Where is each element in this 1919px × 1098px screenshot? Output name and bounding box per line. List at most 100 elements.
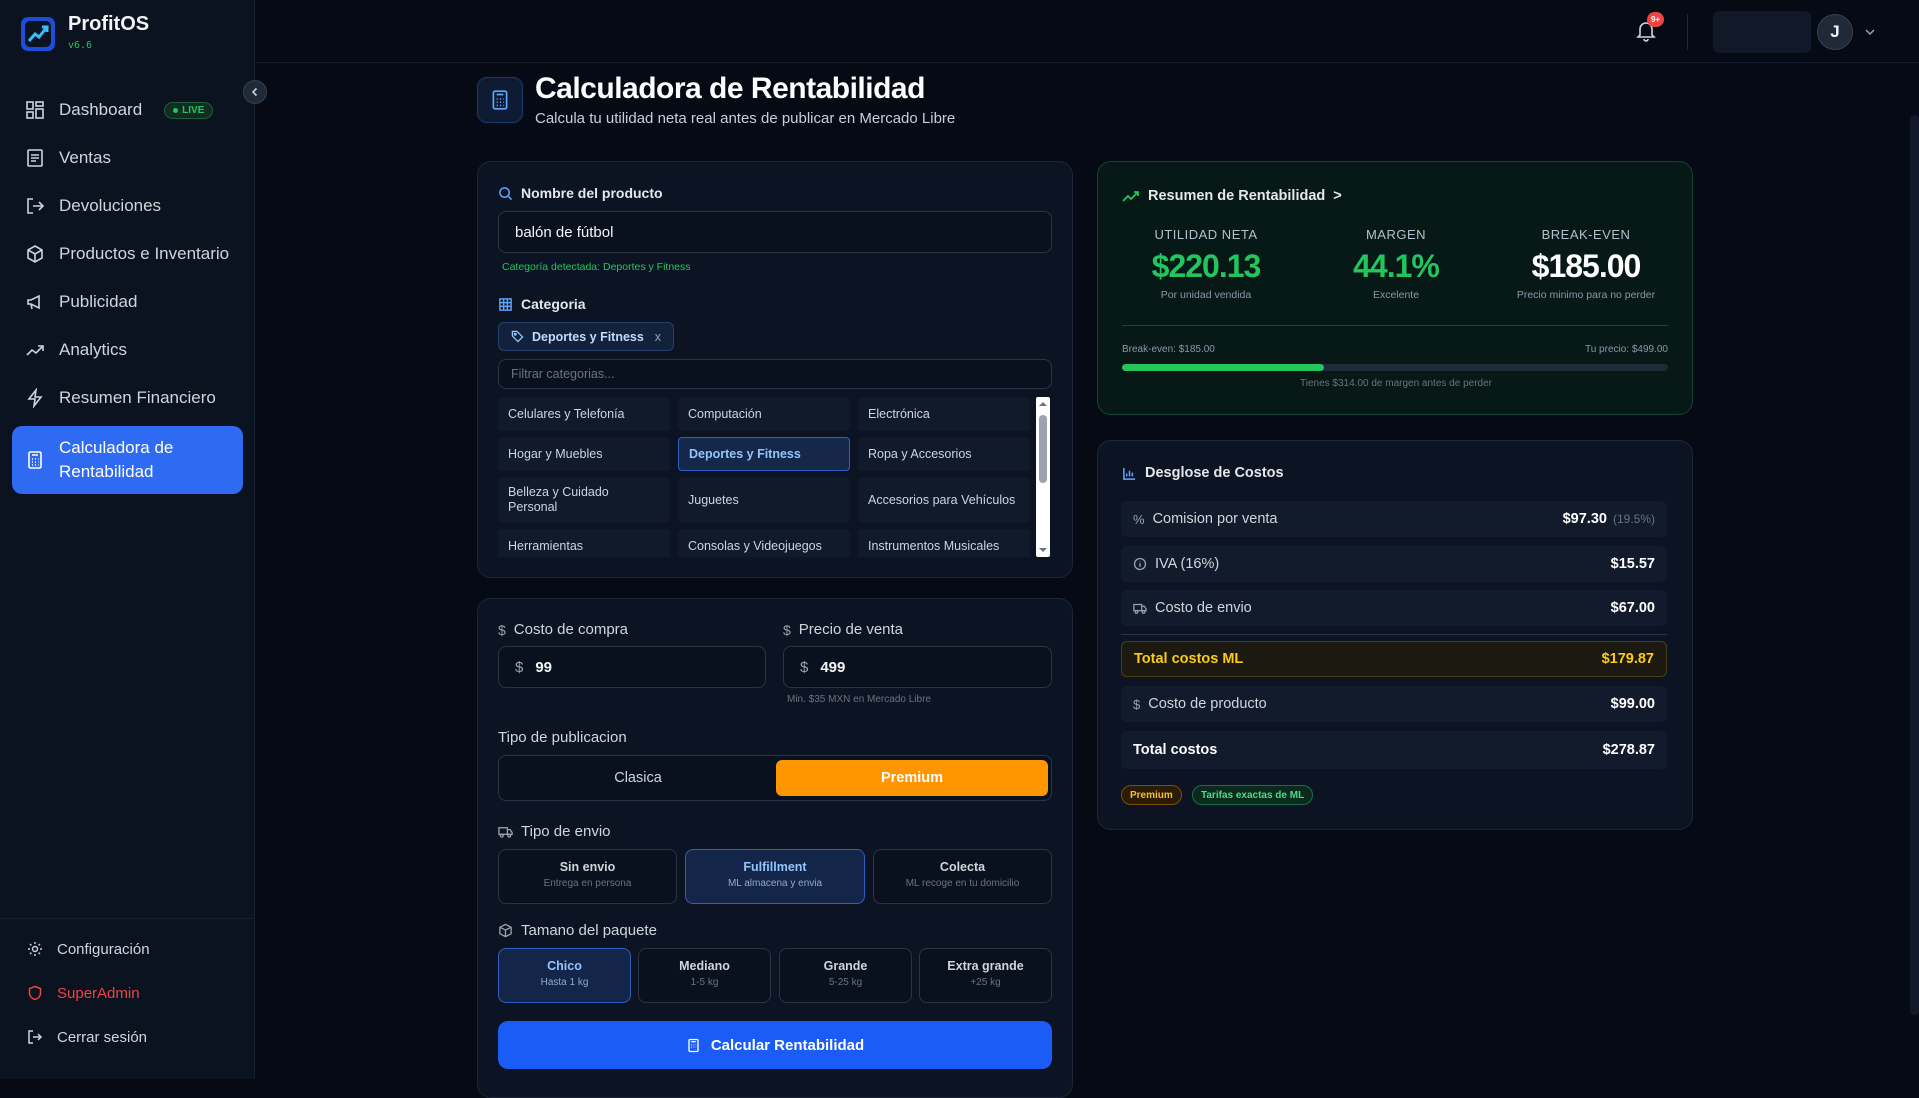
sidebar-item-productos[interactable]: Productos e Inventario — [12, 230, 243, 278]
grid-icon — [499, 297, 512, 311]
metric-break-even: BREAK-EVEN $185.00 Precio minimo para no… — [1516, 227, 1656, 301]
package-option-grande[interactable]: Grande 5-25 kg — [779, 948, 912, 1003]
category-option[interactable]: Consolas y Videojuegos — [678, 529, 850, 557]
sidebar-item-label: Calculadora de Rentabilidad — [59, 438, 174, 481]
box-icon — [499, 923, 512, 938]
category-option[interactable]: Juguetes — [678, 477, 850, 523]
sidebar-item-label: Productos e Inventario — [59, 244, 230, 263]
cost-row-iva: IVA (16%) $15.57 — [1121, 546, 1667, 582]
sidebar-item-devoluciones[interactable]: Devoluciones — [12, 182, 243, 230]
sidebar-item-publicidad[interactable]: Publicidad — [12, 278, 243, 326]
price-hint: Min. $35 MXN en Mercado Libre — [787, 694, 931, 705]
option-subtitle: +25 kg — [970, 977, 1001, 988]
sidebar-item-dashboard[interactable]: Dashboard LIVE — [12, 86, 243, 134]
detected-category-hint: Categoría detectada: Deportes y Fitness — [502, 261, 691, 273]
breakeven-label: Break-even: $185.00 — [1122, 344, 1215, 355]
sidebar-item-label: Cerrar sesión — [57, 1028, 148, 1046]
sidebar-item-label: Configuración — [57, 940, 150, 958]
bolt-icon — [27, 388, 43, 408]
premium-badge: Premium — [1121, 785, 1182, 805]
sidebar-item-resumen-financiero[interactable]: Resumen Financiero — [12, 374, 243, 422]
megaphone-icon — [27, 294, 40, 310]
page-scrollbar[interactable] — [1910, 115, 1919, 1015]
cost-label: $ Costo de compra — [498, 621, 629, 638]
sidebar-item-superadmin[interactable]: SuperAdmin — [12, 971, 243, 1015]
category-option[interactable]: Electrónica — [858, 397, 1030, 431]
category-option-selected[interactable]: Deportes y Fitness — [678, 437, 850, 471]
option-title: Extra grande — [947, 959, 1024, 973]
user-menu-chevron-icon[interactable] — [1864, 26, 1876, 38]
category-option[interactable]: Celulares y Telefonía — [498, 397, 670, 431]
sidebar-item-label: Dashboard — [59, 100, 143, 119]
sidebar-item-configuracion[interactable]: Configuración — [12, 927, 243, 971]
publication-option-clasica[interactable]: Clasica — [503, 760, 773, 796]
option-subtitle: 5-25 kg — [828, 977, 863, 988]
sidebar-item-analytics[interactable]: Analytics — [12, 326, 243, 374]
metric-margen: MARGEN 44.1% Excelente — [1353, 227, 1440, 301]
shipping-option-fulfillment[interactable]: Fulfillment ML almacena y envia — [685, 849, 865, 904]
package-option-mediano[interactable]: Mediano 1-5 kg — [638, 948, 771, 1003]
scroll-up-icon — [1039, 402, 1047, 406]
scrollbar-thumb[interactable] — [1039, 415, 1047, 483]
page-title: Calculadora de Rentabilidad — [535, 72, 925, 105]
calculator-icon — [477, 77, 523, 123]
sidebar-item-ventas[interactable]: Ventas — [12, 134, 243, 182]
cost-row-envio: Costo de envio $67.00 — [1121, 590, 1667, 626]
sidebar: ProfitOS v6.6 Dashboard LIVE Ventas Devo… — [0, 0, 255, 1079]
total-ml-row: Total costos ML $179.87 — [1121, 641, 1667, 677]
user-name-box[interactable] — [1713, 11, 1811, 53]
margin-progress-bar — [1122, 364, 1668, 371]
package-option-extra-grande[interactable]: Extra grande +25 kg — [919, 948, 1052, 1003]
chip-remove-button[interactable]: x — [655, 330, 661, 344]
category-option[interactable]: Ropa y Accesorios — [858, 437, 1030, 471]
dollar-icon: $ — [498, 621, 506, 638]
calculate-button[interactable]: Calcular Rentabilidad — [498, 1021, 1052, 1069]
summary-title: Resumen de Rentabilidad > — [1122, 188, 1342, 204]
category-list[interactable]: Celulares y Telefonía Computación Electr… — [498, 397, 1038, 557]
avatar[interactable]: J — [1817, 14, 1853, 50]
option-subtitle: Entrega en persona — [543, 878, 632, 889]
topbar-divider — [1687, 14, 1688, 50]
category-filter-input[interactable]: Filtrar categorias... — [498, 359, 1052, 389]
selected-category-chip[interactable]: Deportes y Fitness x — [498, 322, 674, 351]
dollar-icon: $ — [783, 621, 791, 638]
sidebar-item-cerrar-sesion[interactable]: Cerrar sesión — [12, 1015, 243, 1059]
topbar — [255, 0, 1919, 63]
category-option[interactable]: Accesorios para Vehículos — [858, 477, 1030, 523]
category-option[interactable]: Instrumentos Musicales — [858, 529, 1030, 557]
sidebar-item-label: Resumen Financiero — [59, 388, 216, 407]
brand-name: ProfitOS — [68, 13, 150, 35]
product-cost-row: $ Costo de producto $99.00 — [1121, 686, 1667, 722]
package-option-chico[interactable]: Chico Hasta 1 kg — [498, 948, 631, 1003]
category-option[interactable]: Computación — [678, 397, 850, 431]
sidebar-item-calculadora[interactable]: Calculadora de Rentabilidad — [12, 426, 243, 494]
search-icon — [499, 186, 513, 200]
publication-option-premium[interactable]: Premium — [776, 760, 1048, 796]
calculator-icon — [28, 451, 42, 469]
page-subtitle: Calcula tu utilidad neta real antes de p… — [535, 110, 956, 127]
cost-input[interactable]: $ 99 — [498, 646, 766, 688]
sidebar-item-label: Ventas — [59, 148, 111, 167]
chevron-left-icon — [251, 87, 258, 97]
document-icon — [27, 149, 43, 167]
collapse-sidebar-button[interactable] — [243, 80, 267, 104]
summary-divider — [1122, 325, 1668, 326]
option-title: Fulfillment — [743, 860, 807, 874]
brand[interactable]: ProfitOS v6.6 — [20, 12, 149, 52]
product-name-input[interactable]: balón de fútbol — [498, 211, 1052, 253]
shipping-type-label: Tipo de envio — [498, 823, 611, 840]
category-option[interactable]: Belleza y Cuidado Personal — [498, 477, 670, 523]
notifications-badge: 9+ — [1647, 12, 1664, 27]
sidebar-item-label: SuperAdmin — [57, 984, 140, 1002]
dashboard-icon — [26, 101, 44, 119]
category-list-scrollbar[interactable] — [1036, 397, 1050, 557]
category-option[interactable]: Hogar y Muebles — [498, 437, 670, 471]
publication-type-label: Tipo de publicacion — [498, 729, 627, 746]
shipping-option-colecta[interactable]: Colecta ML recoge en tu domicilio — [873, 849, 1052, 904]
tarifas-badge: Tarifas exactas de ML — [1192, 785, 1314, 805]
shipping-option-sin-envio[interactable]: Sin envio Entrega en persona — [498, 849, 677, 904]
category-option[interactable]: Herramientas — [498, 529, 670, 557]
sidebar-item-label: Devoluciones — [59, 196, 162, 215]
percent-icon: % — [1133, 511, 1145, 527]
price-input[interactable]: $ 499 — [783, 646, 1052, 688]
